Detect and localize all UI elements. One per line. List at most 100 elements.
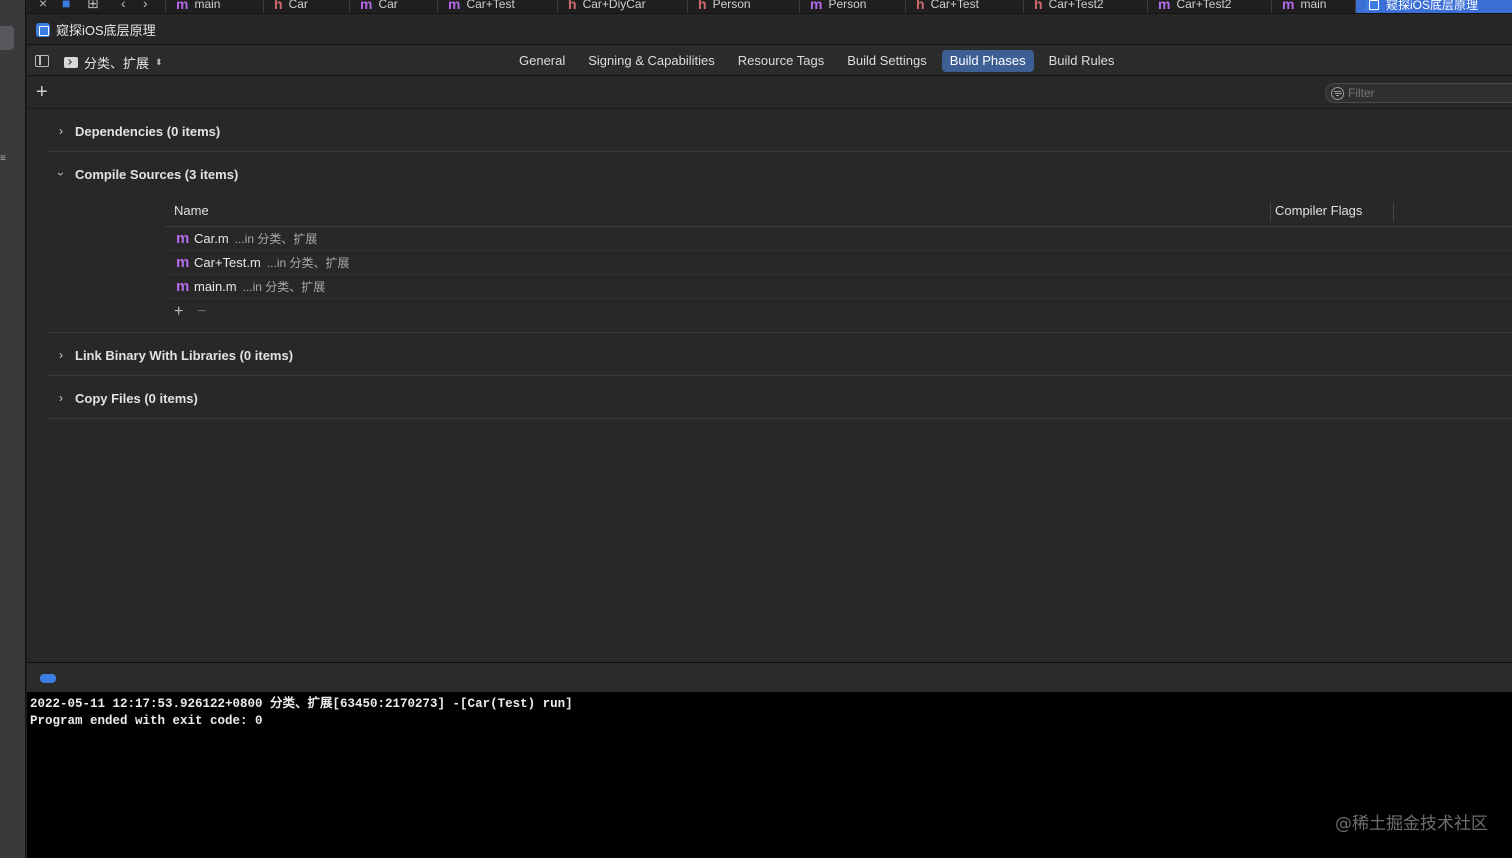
file-tab[interactable]: m Car — [349, 0, 437, 13]
table-row[interactable]: m main.m ...in 分类、扩展 — [165, 275, 1512, 299]
file-tab[interactable]: h Car+Test2 — [1023, 0, 1147, 13]
editor-area: × ■ ⊞ ‹ › m main h Car m Car m Car+Test h Car… — [27, 0, 1512, 858]
tab-build-rules[interactable]: Build Rules — [1041, 50, 1123, 72]
file-tab-label: Car+DiyCar — [582, 0, 646, 11]
file-tab[interactable]: m Car+Test2 — [1147, 0, 1271, 13]
navigator-marker: ≡ — [0, 153, 6, 164]
file-tab[interactable]: m Car+Test — [437, 0, 557, 13]
sidebar-toggle-icon[interactable] — [35, 55, 49, 67]
debug-area-toggle-icon[interactable] — [40, 674, 56, 683]
tab-general[interactable]: General — [511, 50, 573, 72]
file-name: Car.m — [194, 231, 229, 246]
m-file-icon: m — [1158, 0, 1171, 12]
file-location: ...in 分类、扩展 — [242, 280, 326, 294]
h-file-icon: h — [916, 0, 925, 12]
project-icon — [36, 22, 50, 37]
phase-title: Dependencies (0 items) — [75, 123, 221, 139]
add-file-button[interactable]: + — [174, 303, 183, 321]
compile-sources-table: Name Compiler Flags m Car.m ...in 分类、扩展 … — [165, 195, 1512, 325]
file-tab-bar: × ■ ⊞ ‹ › m main h Car m Car m Car+Test h Car… — [27, 0, 1512, 14]
phase-toolbar: + — [27, 77, 1512, 109]
filter-field[interactable] — [1325, 83, 1512, 103]
phase-header[interactable]: › Dependencies (0 items) — [55, 110, 220, 152]
remove-file-button[interactable]: − — [197, 303, 206, 321]
m-file-icon: m — [360, 0, 373, 12]
chevron-updown-icon: ⬍ — [155, 57, 163, 67]
file-tab[interactable]: h Car+DiyCar — [557, 0, 687, 13]
chevron-down-icon[interactable]: › — [54, 168, 68, 180]
table-row[interactable]: m Car.m ...in 分类、扩展 — [165, 227, 1512, 251]
chevron-right-icon[interactable]: › — [55, 124, 67, 138]
project-icon — [1366, 0, 1380, 11]
m-file-icon: m — [176, 229, 190, 247]
phase-compile-sources: › Compile Sources (3 items) Name Compile… — [47, 153, 1512, 333]
phase-title: Compile Sources (3 items) — [75, 166, 239, 182]
editor-tabs: General Signing & Capabilities Resource … — [511, 50, 1129, 72]
file-tab[interactable]: m main — [165, 0, 263, 13]
file-tab[interactable]: h Car — [263, 0, 349, 13]
file-location: ...in 分类、扩展 — [234, 232, 318, 246]
filter-input[interactable] — [1348, 86, 1508, 100]
file-tab[interactable]: m main — [1271, 0, 1355, 13]
add-build-phase-button[interactable]: + — [36, 82, 48, 102]
file-tab[interactable]: h Person — [687, 0, 799, 13]
jump-bar: 窥探iOS底层原理 — [27, 15, 1512, 45]
file-tab-label: main — [1300, 0, 1327, 11]
m-file-icon: m — [1282, 0, 1295, 12]
file-tab-label: Car — [378, 0, 398, 11]
file-tab-label: Car+Test — [466, 0, 515, 11]
h-file-icon: h — [568, 0, 577, 12]
file-location: ...in 分类、扩展 — [266, 256, 350, 270]
filter-icon — [1331, 86, 1344, 100]
navigator-tab[interactable] — [0, 26, 14, 50]
column-header-name[interactable]: Name — [174, 203, 209, 218]
file-tab[interactable]: h Car+Test — [905, 0, 1023, 13]
target-selector[interactable]: 分类、扩展 ⬍ — [64, 53, 163, 72]
tab-resource-tags[interactable]: Resource Tags — [730, 50, 832, 72]
m-file-icon: m — [176, 277, 190, 295]
phase-header[interactable]: › Compile Sources (3 items) — [54, 153, 239, 195]
tab-build-settings[interactable]: Build Settings — [839, 50, 935, 72]
file-tab-label: Car+Test2 — [1176, 0, 1232, 11]
project-editor-header: 分类、扩展 ⬍ General Signing & Capabilities R… — [27, 46, 1512, 76]
h-file-icon: h — [698, 0, 707, 12]
file-tab-label: Car+Test — [930, 0, 979, 11]
file-tab-label: Person — [828, 0, 867, 11]
phase-title: Copy Files (0 items) — [75, 390, 198, 406]
back-arrow-icon[interactable]: ‹ — [121, 0, 126, 11]
phase-header[interactable]: › Link Binary With Libraries (0 items) — [55, 334, 293, 376]
phase-copy-files: › Copy Files (0 items) — [47, 377, 1512, 419]
file-name: Car+Test.m — [194, 255, 261, 270]
h-file-icon: h — [1034, 0, 1043, 12]
terminal-target-icon — [64, 57, 78, 68]
file-name: main.m — [194, 279, 237, 294]
tab-build-phases[interactable]: Build Phases — [941, 50, 1034, 72]
phase-title: Link Binary With Libraries (0 items) — [75, 347, 294, 363]
chevron-right-icon[interactable]: › — [55, 348, 67, 362]
grid-icon[interactable]: ⊞ — [87, 0, 99, 12]
phase-dependencies: › Dependencies (0 items) — [47, 110, 1512, 152]
file-tab-label: main — [194, 0, 221, 11]
left-sidebar-strip: ≡ — [0, 0, 26, 858]
project-breadcrumb[interactable]: 窥探iOS底层原理 — [56, 20, 156, 39]
close-icon[interactable]: × — [39, 0, 47, 11]
file-tab-active[interactable]: 窥探iOS底层原理 — [1355, 0, 1512, 13]
m-file-icon: m — [176, 253, 190, 271]
file-tab[interactable]: m Person — [799, 0, 905, 13]
m-file-icon: m — [810, 0, 823, 12]
tab-signing-capabilities[interactable]: Signing & Capabilities — [580, 50, 722, 72]
forward-arrow-icon[interactable]: › — [143, 0, 148, 11]
table-row[interactable]: m Car+Test.m ...in 分类、扩展 — [165, 251, 1512, 275]
console-line: Program ended with exit code: 0 — [30, 714, 263, 728]
chevron-right-icon[interactable]: › — [55, 391, 67, 405]
console-output[interactable]: 2022-05-11 12:17:53.926122+0800 分类、扩展[63… — [27, 692, 1512, 858]
phase-header[interactable]: › Copy Files (0 items) — [55, 377, 198, 419]
file-tab-label: Car+Test2 — [1048, 0, 1104, 11]
file-tab-label: Person — [712, 0, 751, 11]
m-file-icon: m — [176, 0, 189, 12]
m-file-icon: m — [448, 0, 461, 12]
watermark: @稀土掘金技术社区 — [1335, 814, 1488, 834]
h-file-icon: h — [274, 0, 283, 12]
project-icon[interactable]: ■ — [62, 0, 70, 11]
column-header-compiler-flags[interactable]: Compiler Flags — [1270, 203, 1394, 221]
